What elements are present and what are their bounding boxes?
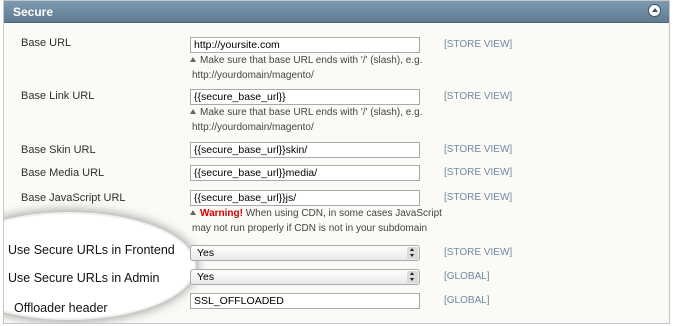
cdn-warning-note: Warning! When using CDN, in some cases J… — [190, 206, 460, 236]
warning-line-2: may not run properly if CDN is not in yo… — [192, 223, 428, 234]
base-media-url-input[interactable]: {{secure_base_url}}media/ — [190, 165, 420, 181]
base-skin-url-scope: [STORE VIEW] — [444, 144, 513, 155]
base-link-url-note: Make sure that base URL ends with '/' (s… — [190, 105, 460, 135]
use-secure-admin-select[interactable]: Yes — [190, 269, 420, 285]
use-secure-frontend-label: Use Secure URLs in Frontend — [8, 243, 175, 257]
section-header[interactable]: Secure — [4, 1, 669, 23]
base-skin-url-label: Base Skin URL — [21, 144, 96, 156]
base-url-label: Base URL — [21, 37, 72, 49]
note-line-2: http://yourdomain/magento/ — [192, 122, 314, 133]
base-media-url-label: Base Media URL — [21, 167, 105, 179]
warning-line-1: When using CDN, in some cases JavaScript — [242, 208, 442, 219]
base-js-url-scope: [STORE VIEW] — [444, 192, 513, 203]
base-skin-url-input[interactable]: {{secure_base_url}}skin/ — [190, 142, 420, 158]
collapse-icon[interactable] — [648, 4, 661, 17]
secure-section-panel: Secure Base URL http://yoursite.com [STO… — [3, 0, 670, 324]
base-url-note: Make sure that base URL ends with '/' (s… — [190, 53, 460, 83]
offloader-header-input[interactable]: SSL_OFFLOADED — [190, 293, 420, 309]
base-url-scope: [STORE VIEW] — [444, 39, 513, 50]
arrow-up-icon — [190, 210, 196, 215]
use-secure-admin-label: Use Secure URLs in Admin — [8, 271, 160, 285]
select-value: Yes — [197, 247, 215, 259]
base-js-url-input[interactable]: {{secure_base_url}}js/ — [190, 190, 420, 206]
offloader-header-label: Offloader header — [14, 301, 108, 315]
warning-label: Warning! — [200, 208, 243, 219]
base-link-url-input[interactable]: {{secure_base_url}} — [190, 89, 420, 105]
select-stepper-icon — [407, 247, 418, 259]
use-secure-admin-scope: [GLOBAL] — [444, 271, 490, 282]
note-line-2: http://yourdomain/magento/ — [192, 70, 314, 81]
select-value: Yes — [197, 271, 215, 283]
arrow-up-icon — [190, 109, 196, 114]
arrow-up-icon — [190, 57, 196, 62]
note-line-1: Make sure that base URL ends with '/' (s… — [200, 55, 423, 66]
note-line-1: Make sure that base URL ends with '/' (s… — [200, 107, 423, 118]
select-stepper-icon — [407, 271, 418, 283]
use-secure-frontend-scope: [STORE VIEW] — [444, 247, 513, 258]
base-js-url-label: Base JavaScript URL — [21, 192, 126, 204]
base-link-url-label: Base Link URL — [21, 90, 95, 102]
base-url-input[interactable]: http://yoursite.com — [190, 37, 420, 53]
section-title: Secure — [13, 5, 54, 19]
offloader-header-scope: [GLOBAL] — [444, 295, 490, 306]
base-link-url-scope: [STORE VIEW] — [444, 91, 513, 102]
base-media-url-scope: [STORE VIEW] — [444, 167, 513, 178]
use-secure-frontend-select[interactable]: Yes — [190, 245, 420, 261]
